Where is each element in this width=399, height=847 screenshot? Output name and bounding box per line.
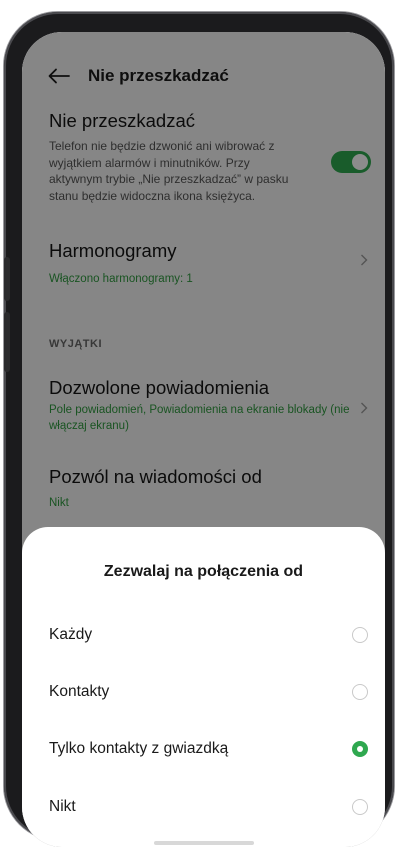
volume-up-button [4,257,10,301]
sheet-title: Zezwalaj na połączenia od [103,563,304,580]
calls-from-bottom-sheet: Zezwalaj na połączenia od Każdy Kontakty… [22,527,385,847]
option-label: Kontakty [49,683,110,700]
home-indicator[interactable] [154,841,254,845]
radio-unselected[interactable] [352,799,368,815]
option-label: Każdy [49,626,93,643]
option-label: Nikt [49,798,76,815]
option-everyone[interactable]: Każdy [22,616,385,656]
option-starred-contacts[interactable]: Tylko kontakty z gwiazdką [22,730,385,770]
radio-unselected[interactable] [352,627,368,643]
option-nobody[interactable]: Nikt [22,788,385,828]
option-contacts[interactable]: Kontakty [22,673,385,713]
option-label: Tylko kontakty z gwiazdką [49,740,229,757]
radio-selected[interactable] [352,741,368,757]
volume-down-button [4,312,10,372]
phone-frame: Nie przeszkadzać Nie przeszkadzać Telefo… [4,12,394,847]
radio-unselected[interactable] [352,684,368,700]
screen: Nie przeszkadzać Nie przeszkadzać Telefo… [22,32,385,847]
